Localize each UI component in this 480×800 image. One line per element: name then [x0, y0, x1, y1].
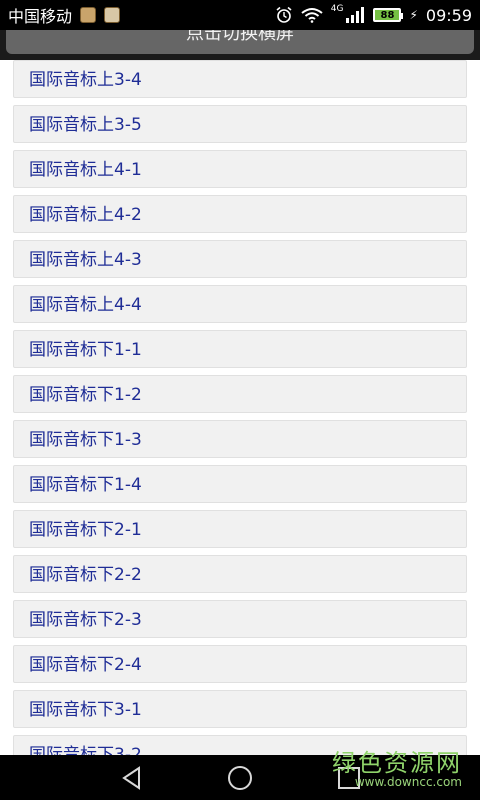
- list-item[interactable]: 国际音标上4-2: [13, 195, 467, 233]
- list-item-link[interactable]: 国际音标下2-1: [29, 518, 142, 542]
- list-item-link[interactable]: 国际音标上4-3: [29, 248, 142, 272]
- list-item[interactable]: 国际音标上3-4: [13, 60, 467, 98]
- list-item[interactable]: 国际音标下2-3: [13, 600, 467, 638]
- list-item[interactable]: 国际音标下3-1: [13, 690, 467, 728]
- list-item-link[interactable]: 国际音标上4-2: [29, 203, 142, 227]
- network-type: 4G: [330, 3, 344, 14]
- watermark: 绿色资源网 www.downcc.com: [332, 750, 462, 788]
- list-item-link[interactable]: 国际音标下2-3: [29, 608, 142, 632]
- watermark-name: 绿色资源网: [332, 749, 462, 777]
- list-item-link[interactable]: 国际音标上3-5: [29, 113, 142, 137]
- back-icon[interactable]: [119, 765, 145, 791]
- wifi-icon: [301, 8, 323, 23]
- list-item-link[interactable]: 国际音标下2-2: [29, 563, 142, 587]
- list-item[interactable]: 国际音标上3-5: [13, 105, 467, 143]
- list-item[interactable]: 国际音标下1-2: [13, 375, 467, 413]
- list-item[interactable]: 国际音标上4-4: [13, 285, 467, 323]
- carrier-name: 中国移动: [8, 7, 73, 26]
- list-item[interactable]: 国际音标上4-1: [13, 150, 467, 188]
- list-item[interactable]: 国际音标下2-1: [13, 510, 467, 548]
- list-item[interactable]: 国际音标下2-2: [13, 555, 467, 593]
- list-item-link[interactable]: 国际音标下3-1: [29, 698, 142, 722]
- home-icon[interactable]: [227, 765, 253, 791]
- list-item-link[interactable]: 国际音标下1-3: [29, 428, 142, 452]
- charging-icon: ⚡: [409, 8, 418, 22]
- list-item[interactable]: 国际音标下2-4: [13, 645, 467, 683]
- list-item[interactable]: 国际音标下1-3: [13, 420, 467, 458]
- signal-icon: [346, 7, 365, 23]
- image-notification-icon: [104, 7, 121, 23]
- app-notification-icon: [80, 7, 97, 23]
- list-item-link[interactable]: 国际音标下2-4: [29, 653, 142, 677]
- list-item-link[interactable]: 国际音标下1-1: [29, 338, 142, 362]
- watermark-url: www.downcc.com: [354, 775, 462, 789]
- battery-level: 88: [380, 9, 395, 21]
- alarm-icon: [276, 6, 292, 23]
- top-banner: 点击切换横屏: [0, 30, 480, 60]
- list-item-link[interactable]: 国际音标上3-4: [29, 68, 142, 92]
- list-item-link[interactable]: 国际音标上4-1: [29, 158, 142, 182]
- list-item[interactable]: 国际音标下1-1: [13, 330, 467, 368]
- list-item-link[interactable]: 国际音标下1-4: [29, 473, 142, 497]
- toggle-landscape-button[interactable]: 点击切换横屏: [6, 30, 474, 54]
- lesson-list: 国际音标上3-4 国际音标上3-5 国际音标上4-1 国际音标上4-2 国际音标…: [13, 60, 467, 755]
- list-item[interactable]: 国际音标上4-3: [13, 240, 467, 278]
- status-bar: 中国移动 4G 88 ⚡ 09:59: [0, 0, 480, 30]
- battery-icon: 88: [373, 8, 404, 22]
- clock: 09:59: [425, 5, 472, 25]
- list-item[interactable]: 国际音标下1-4: [13, 465, 467, 503]
- list-item-link[interactable]: 国际音标下3-2: [29, 743, 142, 755]
- list-item-link[interactable]: 国际音标下1-2: [29, 383, 142, 407]
- list-item-link[interactable]: 国际音标上4-4: [29, 293, 142, 317]
